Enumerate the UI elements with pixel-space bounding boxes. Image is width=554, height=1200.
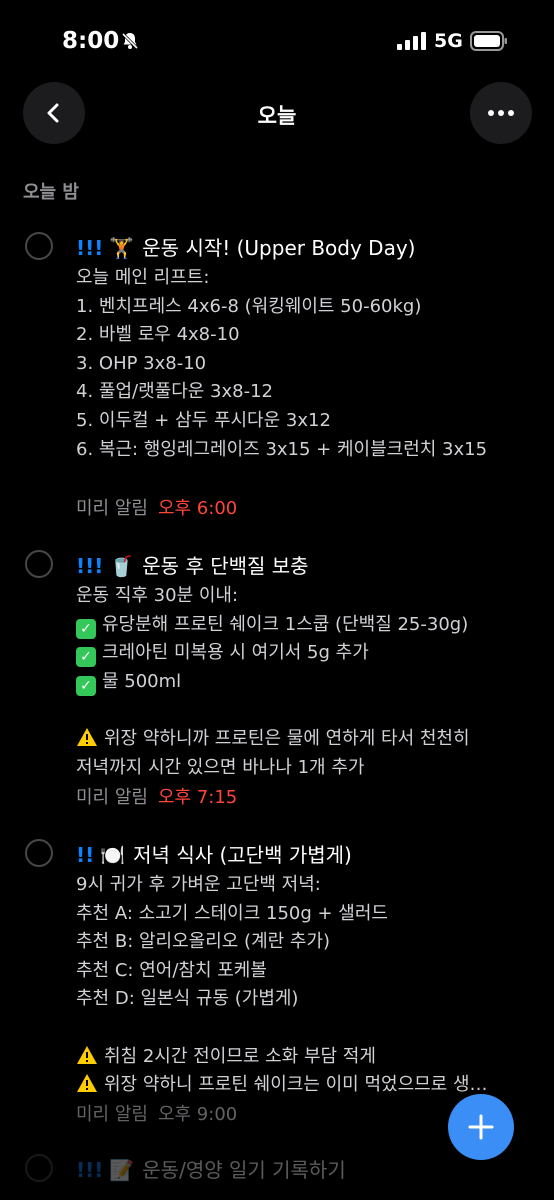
nav-header: 오늘 [0,82,554,146]
note-warning-line: 취침 2시간 전이므로 소화 부담 적게 [76,1043,488,1072]
reminder-title[interactable]: !!! 🥤 운동 후 단백질 보충 [76,550,309,579]
cup-icon: 🥤 [109,554,135,578]
plus-icon [468,1114,494,1140]
bell-slash-icon [121,32,139,50]
note-line: 3. OHP 3x8-10 [76,352,207,374]
priority-marker: !!! [76,236,104,260]
alert-label: 미리 알림 [76,1104,148,1125]
more-button[interactable] [470,82,532,144]
note-line: 1. 벤치프레스 4x6-8 (워킹웨이트 50-60kg) [76,295,422,317]
priority-marker: !!! [76,554,104,578]
reminder-alert: 미리 알림 오후 9:00 [76,1100,237,1126]
complete-checkbox[interactable] [25,232,53,260]
warning-icon [77,1045,97,1064]
note-line: 추천 D: 일본식 규동 (가볍게) [76,988,299,1010]
reminder-notes[interactable]: 운동 직후 30분 이내: ✓ 유당분해 프로틴 쉐이크 1스쿱 (단백질 25-… [76,582,470,782]
note-check-text: 물 500ml [102,670,182,692]
warning-icon [77,1074,97,1093]
note-line: 5. 이두컬 + 삼두 푸시다운 3x12 [76,409,331,431]
add-reminder-button[interactable] [448,1094,514,1160]
check-mark-icon: ✓ [76,618,96,639]
reminder-alert: 미리 알림 오후 6:00 [76,494,237,520]
note-line: 오늘 메인 리프트: [76,267,210,288]
reminder-title-text: 저녁 식사 (고단백 가볍게) [133,843,352,867]
reminder-notes[interactable]: 9시 귀가 후 가벼운 고단백 저녁: 추천 A: 소고기 스테이크 150g … [76,871,488,1100]
alert-label: 미리 알림 [76,498,148,519]
reminder-notes[interactable]: 오늘 메인 리프트: 1. 벤치프레스 4x6-8 (워킹웨이트 50-60kg… [76,264,487,464]
note-line: 추천 B: 알리오올리오 (계란 추가) [76,931,331,953]
reminder-title-text: 운동 시작! (Upper Body Day) [142,236,416,260]
reminder-title[interactable]: !! 🍽️ 저녁 식사 (고단백 가볍게) [76,839,352,868]
complete-checkbox[interactable] [25,839,53,867]
note-line: 추천 C: 연어/참치 포케볼 [76,959,267,981]
complete-checkbox[interactable] [25,550,53,578]
note-line: 저녁까지 시간 있으면 바나나 1개 추가 [76,756,365,778]
check-mark-icon: ✓ [76,647,96,668]
check-mark-icon: ✓ [76,675,96,696]
reminder-title-text: 운동 후 단백질 보충 [142,554,309,578]
alert-time: 오후 7:15 [157,787,238,808]
note-warning-line: 위장 약하니까 프로틴은 물에 연하게 타서 천천히 [76,725,470,754]
cellular-signal-icon [397,32,426,50]
memo-icon: 📝 [109,1158,135,1182]
note-line: 6. 복근: 행잉레그레이즈 3x15 + 케이블크런치 3x15 [76,438,488,460]
priority-marker: !!! [76,1158,104,1182]
note-warning-text: 취침 2시간 전이므로 소화 부담 적게 [104,1045,376,1067]
complete-checkbox[interactable] [25,1154,53,1182]
status-bar: 8:00 5G [0,0,554,80]
reminder-alert: 미리 알림 오후 7:15 [76,783,237,809]
network-type: 5G [434,30,463,52]
reminder-title-text: 운동/영양 일기 기록하기 [142,1158,346,1182]
note-line: 4. 풀업/랫풀다운 3x8-12 [76,381,273,403]
dumbbell-icon: 🏋️ [109,236,135,260]
warning-icon [77,727,97,746]
note-line: 2. 바벨 로우 4x8-10 [76,324,240,346]
plate-icon: 🍽️ [100,843,126,867]
ellipsis-icon [488,110,514,116]
note-check-text: 크레아틴 미복용 시 여기서 5g 추가 [102,642,369,664]
reminder-title[interactable]: !!! 🏋️ 운동 시작! (Upper Body Day) [76,232,415,261]
note-check-line: ✓ 유당분해 프로틴 쉐이크 1스쿱 (단백질 25-30g) [76,611,470,640]
alert-label: 미리 알림 [76,787,148,808]
note-warning-text: 위장 약하니까 프로틴은 물에 연하게 타서 천천히 [104,727,470,749]
note-line: 9시 귀가 후 가벼운 고단백 저녁: [76,874,321,895]
note-check-text: 유당분해 프로틴 쉐이크 1스쿱 (단백질 25-30g) [102,613,469,635]
section-header: 오늘 밤 [23,182,79,203]
note-warning-line: 위장 약하니 프로틴 쉐이크는 이미 먹었으므로 생… [76,1071,488,1100]
status-time: 8:00 [62,28,120,54]
note-check-line: ✓ 크레아틴 미복용 시 여기서 5g 추가 [76,639,470,668]
alert-time: 오후 6:00 [157,498,238,519]
note-line: 추천 A: 소고기 스테이크 150g + 샐러드 [76,902,388,924]
alert-time: 오후 9:00 [157,1104,238,1125]
battery-icon [470,31,507,51]
note-line: 운동 직후 30분 이내: [76,585,239,606]
note-check-line: ✓ 물 500ml [76,668,470,697]
note-warning-text: 위장 약하니 프로틴 쉐이크는 이미 먹었으므로 생… [104,1074,488,1096]
priority-marker: !! [76,843,95,867]
reminder-title[interactable]: !!! 📝 운동/영양 일기 기록하기 [76,1154,346,1183]
